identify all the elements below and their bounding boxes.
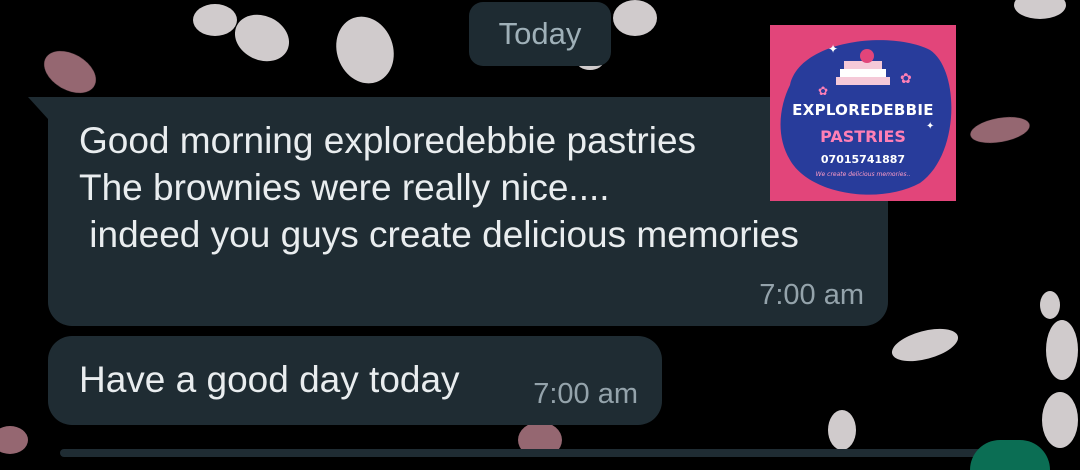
logo-tagline-text: We create delicious memories.. [815,171,911,178]
message-line: Good morning exploredebbie pastries [79,120,697,161]
message-timestamp: 7:00 am [759,279,864,311]
message-input-bar[interactable] [60,449,990,457]
message-bubble[interactable]: Good morning exploredebbie pastries The … [28,97,888,326]
logo-brand-text: EXPLOREDEBBIE [792,101,934,119]
svg-text:✿: ✿ [818,84,828,98]
svg-text:✿: ✿ [900,70,912,86]
message-bubble[interactable]: Have a good day today 7:00 am [48,336,662,425]
svg-text:✦: ✦ [828,42,838,56]
exploredebbie-logo: ✦ ✿ ✿ ✦ EXPLOREDEBBIE PASTRIES 070157418… [770,25,956,201]
bubble-tail [28,97,48,119]
message-line: The brownies were really nice.... [79,167,610,208]
message-line: indeed you guys create delicious memorie… [79,214,799,255]
logo-phone-text: 07015741887 [820,153,906,166]
message-timestamp: 7:00 am [533,378,638,410]
date-separator-chip: Today [469,2,611,66]
logo-sub-text: PASTRIES [820,127,906,146]
